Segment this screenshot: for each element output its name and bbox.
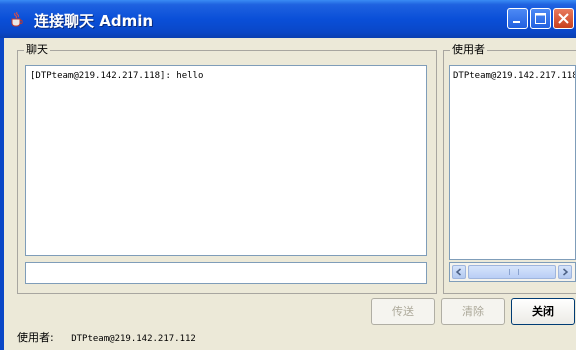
window-title: 连接聊天 Admin bbox=[34, 12, 154, 30]
status-label: 使用者: bbox=[17, 331, 54, 344]
java-cup-icon bbox=[9, 11, 25, 27]
scrollbar-grip-icon bbox=[509, 269, 519, 275]
user-list[interactable]: DTPteam@219.142.217.118 bbox=[449, 65, 576, 260]
scrollbar-thumb[interactable] bbox=[468, 265, 556, 279]
status-bar: 使用者: DTPteam@219.142.217.112 bbox=[17, 330, 196, 347]
user-list-item[interactable]: DTPteam@219.142.217.118 bbox=[450, 66, 575, 86]
chat-log[interactable]: [DTPteam@219.142.217.118]: hello bbox=[25, 65, 427, 256]
chat-input[interactable] bbox=[25, 262, 427, 284]
clear-button[interactable]: 清除 bbox=[441, 298, 505, 325]
title-bar[interactable]: 连接聊天 Admin bbox=[0, 0, 576, 38]
user-list-scrollbar[interactable] bbox=[449, 262, 576, 282]
close-window-button[interactable] bbox=[553, 8, 574, 29]
chat-message: [DTPteam@219.142.217.118]: hello bbox=[30, 71, 204, 81]
close-button[interactable]: 关闭 bbox=[511, 298, 575, 325]
scroll-left-arrow-icon[interactable] bbox=[452, 265, 466, 279]
window-frame-left bbox=[0, 38, 4, 350]
chat-group-label: 聊天 bbox=[24, 43, 50, 57]
status-user-value: DTPteam@219.142.217.112 bbox=[71, 334, 196, 344]
minimize-button[interactable] bbox=[507, 8, 528, 29]
scroll-right-arrow-icon[interactable] bbox=[558, 265, 572, 279]
users-group-label: 使用者 bbox=[450, 43, 487, 57]
send-button[interactable]: 传送 bbox=[371, 298, 435, 325]
maximize-button[interactable] bbox=[530, 8, 551, 29]
